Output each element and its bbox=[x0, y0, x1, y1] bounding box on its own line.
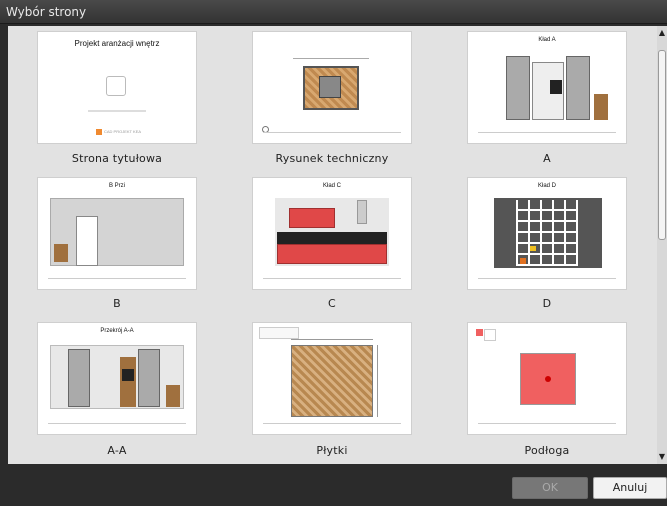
upper-cabinets bbox=[289, 208, 335, 228]
floor-center-marker bbox=[545, 376, 551, 382]
scroll-down-arrow-icon[interactable]: ▼ bbox=[657, 450, 667, 464]
page-label: Strona tytułowa bbox=[71, 152, 163, 165]
thumb-bottom-line bbox=[478, 132, 616, 133]
legend-swatch bbox=[476, 329, 483, 336]
elevation-cabinet bbox=[138, 349, 160, 407]
page-selection-dialog: Wybór strony Projekt aranżacji wnętrz CA… bbox=[0, 0, 667, 506]
dimension-line bbox=[291, 339, 373, 340]
elevation-cabinet bbox=[506, 56, 530, 120]
elevation-oven bbox=[550, 80, 562, 94]
page-label: A-A bbox=[107, 444, 127, 457]
thumb-title: Przekrój A-A bbox=[100, 328, 134, 334]
logo-icon bbox=[106, 76, 126, 96]
legend-box bbox=[484, 329, 496, 341]
thumb-bottom-line bbox=[478, 278, 616, 279]
page-label: Płytki bbox=[316, 444, 348, 457]
thumb-bottom-line bbox=[48, 423, 186, 424]
page-label: Podłoga bbox=[524, 444, 570, 457]
page-grid: Projekt aranżacji wnętrz CAD PROJEKT KEA… bbox=[8, 26, 657, 464]
page-thumbnail-technical[interactable] bbox=[253, 32, 411, 143]
elevation-door bbox=[76, 216, 98, 266]
thumb-title: Kład D bbox=[537, 183, 556, 189]
page-thumbnail-c[interactable]: Kład C bbox=[253, 178, 411, 289]
vertical-scrollbar[interactable]: ▲ ▼ bbox=[657, 26, 667, 464]
brand-badge-icon bbox=[96, 129, 102, 135]
elevation-shelf bbox=[166, 385, 180, 407]
scroll-up-arrow-icon[interactable]: ▲ bbox=[657, 26, 667, 40]
dialog-titlebar: Wybór strony bbox=[0, 0, 667, 24]
page-thumbnail-floor[interactable] bbox=[468, 323, 626, 434]
page-label: Rysunek techniczny bbox=[275, 152, 389, 165]
tile-floor-pattern bbox=[291, 345, 373, 417]
elevation-cabinet bbox=[68, 349, 90, 407]
elevation-shelf bbox=[54, 244, 68, 262]
backsplash bbox=[277, 232, 387, 244]
dialog-title: Wybór strony bbox=[6, 5, 87, 19]
thumb-bottom-line bbox=[48, 278, 186, 279]
page-thumbnail-a[interactable]: Kład A bbox=[468, 32, 626, 143]
page-thumbnail-b[interactable]: B Przi bbox=[38, 178, 196, 289]
thumb-title: Kład A bbox=[538, 37, 556, 43]
elevation-shelf bbox=[594, 94, 608, 120]
page-thumbnail-tiles[interactable] bbox=[253, 323, 411, 434]
elevation-oven-column bbox=[120, 357, 136, 407]
shelving-unit bbox=[516, 200, 578, 266]
elevation-cabinet bbox=[566, 56, 590, 120]
thumb-title: B Przi bbox=[108, 183, 125, 189]
page-label: B bbox=[113, 297, 121, 310]
floorplan-furniture bbox=[319, 76, 341, 98]
thumb-subtitle-line bbox=[88, 110, 146, 112]
page-thumbnail-a-a[interactable]: Przekrój A-A bbox=[38, 323, 196, 434]
thumb-bottom-line bbox=[263, 132, 401, 133]
dialog-footer: OK Anuluj bbox=[0, 466, 667, 506]
decor-item bbox=[520, 258, 526, 264]
scroll-thumb[interactable] bbox=[658, 50, 666, 240]
page-thumbnail-d[interactable]: Kład D bbox=[468, 178, 626, 289]
page-label: C bbox=[328, 297, 336, 310]
hood bbox=[357, 200, 367, 224]
decor-item bbox=[530, 246, 536, 251]
lower-cabinets bbox=[277, 244, 387, 264]
dimension-line bbox=[293, 58, 369, 59]
page-label: D bbox=[542, 297, 552, 310]
page-label: A bbox=[543, 152, 551, 165]
elevation-oven bbox=[122, 369, 134, 381]
thumb-bottom-line bbox=[263, 423, 401, 424]
thumb-title: Kład C bbox=[322, 183, 341, 189]
page-thumbnail-title[interactable]: Projekt aranżacji wnętrz CAD PROJEKT KEA bbox=[38, 32, 196, 143]
thumb-title: Projekt aranżacji wnętrz bbox=[74, 39, 160, 48]
dimension-line bbox=[377, 345, 378, 417]
thumb-footer-text: CAD PROJEKT KEA bbox=[104, 129, 142, 134]
cancel-button[interactable]: Anuluj bbox=[593, 477, 667, 499]
thumb-bottom-line bbox=[478, 423, 616, 424]
elevation-wall bbox=[50, 198, 184, 266]
legend-box bbox=[259, 327, 299, 339]
ok-button[interactable]: OK bbox=[512, 477, 588, 499]
thumb-bottom-line bbox=[263, 278, 401, 279]
